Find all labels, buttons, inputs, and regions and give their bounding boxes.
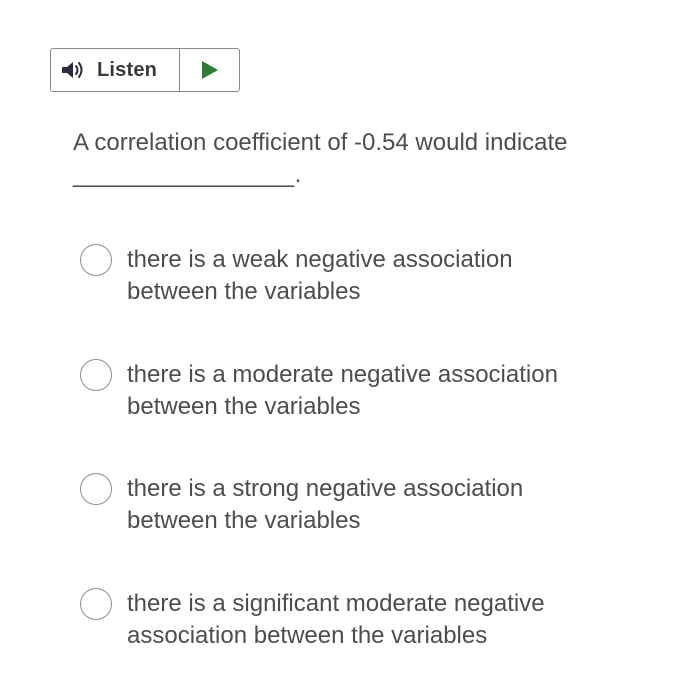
option-line: there is a significant moderate negative <box>127 590 545 617</box>
listen-widget: Listen <box>50 48 240 92</box>
listen-label: Listen <box>97 58 158 81</box>
radio-button[interactable] <box>80 473 112 505</box>
option-line: between the variables <box>127 393 361 420</box>
radio-button[interactable] <box>80 359 112 391</box>
option-line: there is a moderate negative association <box>127 361 558 388</box>
answer-option-1[interactable]: there is a weak negative association bet… <box>80 244 640 308</box>
option-line: there is a weak negative association <box>127 246 513 273</box>
option-line: association between the variables <box>127 622 488 649</box>
option-label: there is a weak negative association bet… <box>127 244 513 308</box>
option-label: there is a strong negative association b… <box>127 473 523 537</box>
option-label: there is a moderate negative association… <box>127 359 558 423</box>
answer-option-4[interactable]: there is a significant moderate negative… <box>80 588 640 652</box>
play-icon <box>201 60 219 80</box>
option-line: there is a strong negative association <box>127 475 524 502</box>
radio-button[interactable] <box>80 244 112 276</box>
answer-option-3[interactable]: there is a strong negative association b… <box>80 473 640 537</box>
radio-button[interactable] <box>80 588 112 620</box>
answer-blank: ________________. <box>73 161 302 188</box>
option-line: between the variables <box>127 507 361 534</box>
question-text: A correlation coefficient of -0.54 would… <box>73 129 568 156</box>
option-label: there is a significant moderate negative… <box>127 588 545 652</box>
answer-option-2[interactable]: there is a moderate negative association… <box>80 359 640 423</box>
play-button[interactable] <box>180 49 239 91</box>
listen-button[interactable]: Listen <box>51 49 180 91</box>
option-line: between the variables <box>127 278 361 305</box>
question-prompt: A correlation coefficient of -0.54 would… <box>73 127 663 191</box>
speaker-icon <box>61 60 87 80</box>
